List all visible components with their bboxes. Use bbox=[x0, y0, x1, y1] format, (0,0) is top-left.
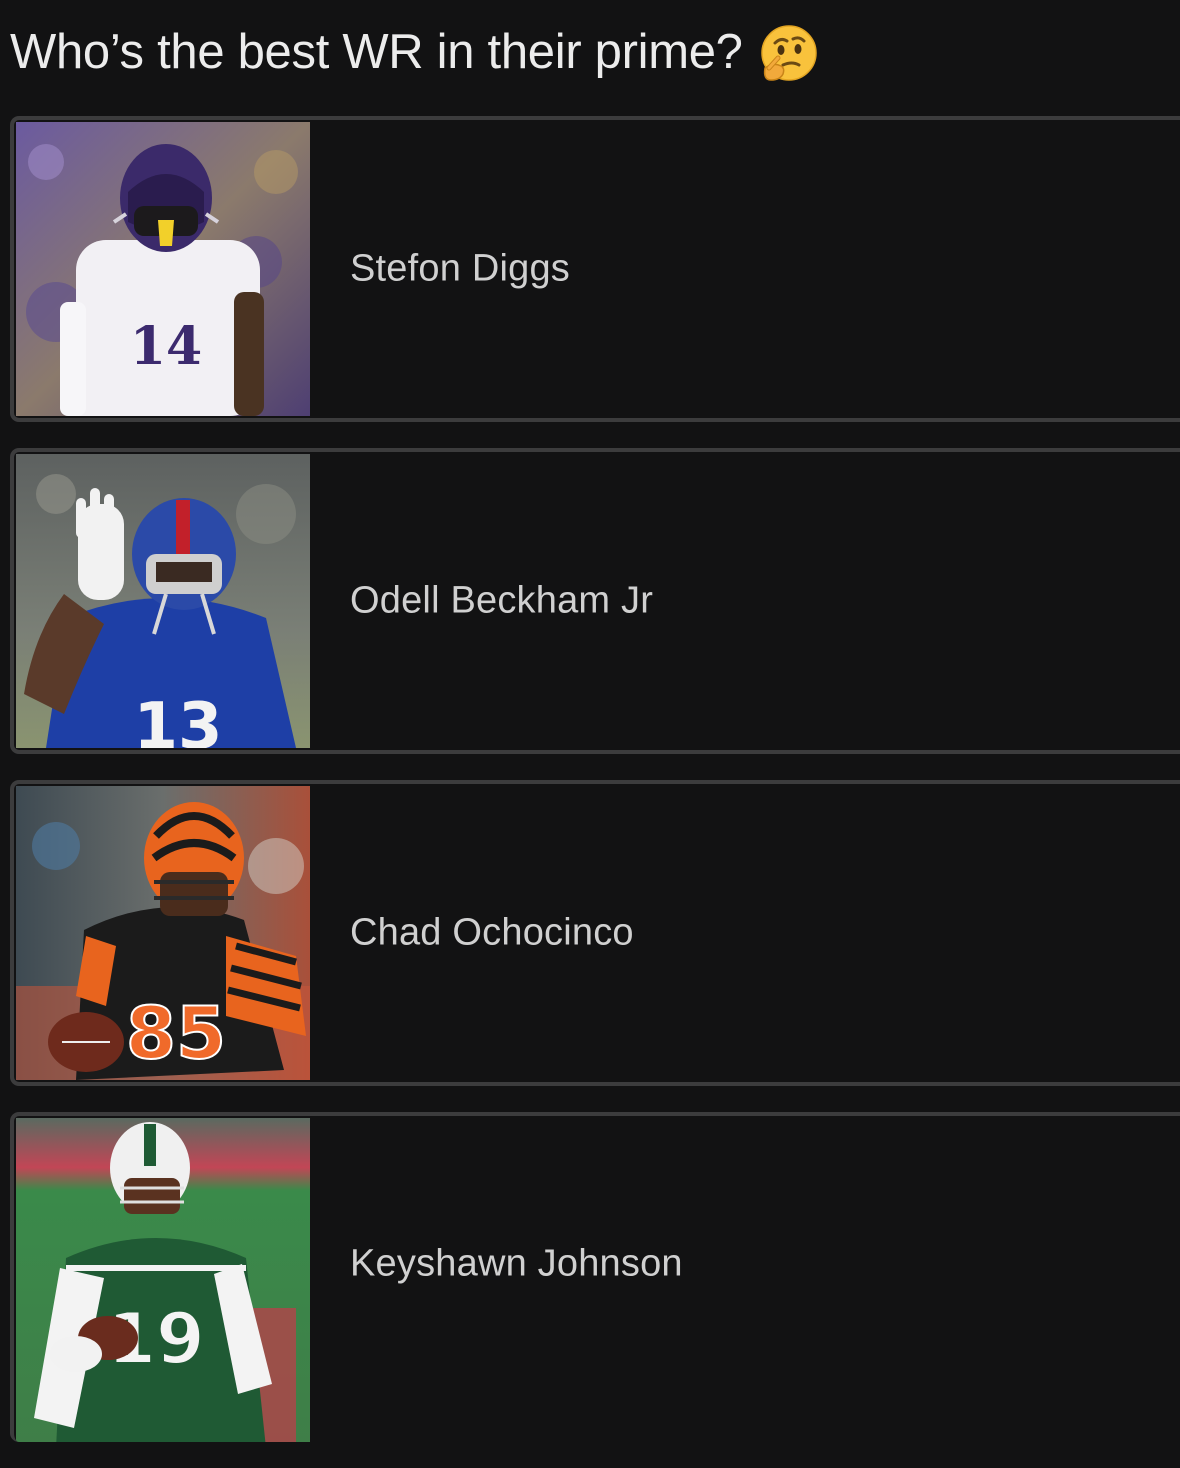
player-photo-chad-ochocinco: 85 bbox=[16, 786, 310, 1080]
jersey-number: 13 bbox=[133, 690, 222, 748]
poll-question-text: Who’s the best WR in their prime? bbox=[10, 25, 743, 79]
poll-option-stefon-diggs[interactable]: 14 Stefon Diggs bbox=[10, 116, 1180, 422]
poll-option-label: Chad Ochocinco bbox=[350, 911, 634, 954]
poll-option-label: Odell Beckham Jr bbox=[350, 579, 654, 622]
poll-question: Who’s the best WR in their prime? bbox=[10, 22, 819, 82]
jersey-number: 14 bbox=[130, 316, 202, 377]
thinking-face-icon bbox=[759, 24, 819, 84]
poll-option-chad-ochocinco[interactable]: 85 Chad Ochocinco bbox=[10, 780, 1180, 1086]
jersey-number: 85 bbox=[126, 991, 226, 1075]
poll-option-odell-beckham-jr[interactable]: 13 Odell Beckham Jr bbox=[10, 448, 1180, 754]
player-photo-stefon-diggs: 14 bbox=[16, 122, 310, 416]
player-photo-odell-beckham-jr: 13 bbox=[16, 454, 310, 748]
poll-option-label: Keyshawn Johnson bbox=[350, 1242, 683, 1285]
poll-options-list: 14 Stefon Diggs 13 Odell Beckham Jr 85 C… bbox=[10, 116, 1180, 1468]
poll-option-label: Stefon Diggs bbox=[350, 247, 570, 290]
player-photo-keyshawn-johnson: 19 bbox=[16, 1118, 310, 1442]
poll-option-keyshawn-johnson[interactable]: 19 Keyshawn Johnson bbox=[10, 1112, 1180, 1442]
